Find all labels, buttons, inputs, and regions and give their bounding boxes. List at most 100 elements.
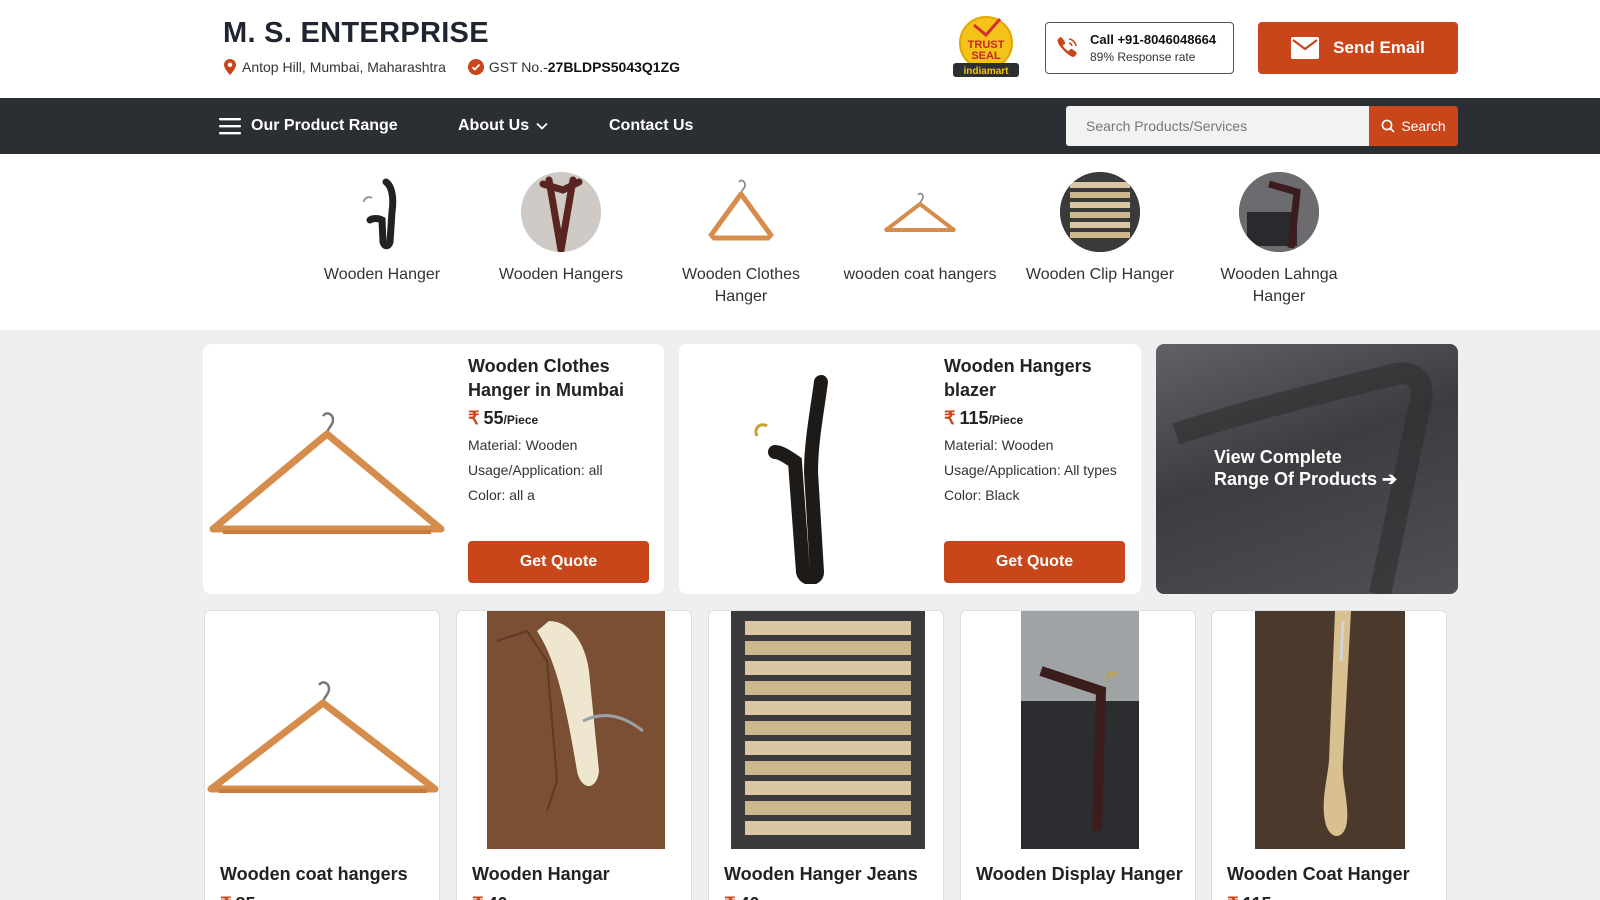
nav-our-product-range[interactable]: Our Product Range	[219, 98, 398, 154]
company-sub-line: Antop Hill, Mumbai, Maharashtra GST No.-…	[223, 59, 680, 75]
category-item[interactable]: Wooden Clip Hanger	[1020, 172, 1180, 286]
category-thumbnail	[342, 172, 422, 252]
category-name: Wooden Lahnga Hanger	[1220, 266, 1338, 305]
category-thumbnail	[1239, 172, 1319, 252]
verified-check-icon	[467, 59, 484, 75]
black-hanger-image	[363, 178, 397, 250]
product-image	[1255, 611, 1405, 849]
product-image	[754, 375, 828, 584]
featured-product-card[interactable]: Wooden Hangers blazer ₹115/Piece Materia…	[679, 344, 1141, 594]
brown-hanger-image	[521, 172, 601, 252]
clip-hanger-stack-image	[1060, 172, 1140, 252]
product-grid-card[interactable]: Wooden Coat Hanger ₹115	[1211, 610, 1447, 900]
category-item[interactable]: Wooden Hanger	[302, 172, 462, 286]
product-spec: Color: Black	[944, 487, 1020, 503]
search-button[interactable]: Search	[1369, 106, 1458, 146]
product-image	[487, 611, 665, 849]
price-value: 55	[483, 408, 504, 428]
category-strip: Wooden Hanger Wooden Hangers Wooden Clot…	[0, 154, 1600, 330]
product-price: ₹40	[472, 894, 507, 900]
product-grid-card[interactable]: Wooden Hanger Jeans ₹40	[708, 610, 944, 900]
send-email-label: Send Email	[1333, 38, 1425, 57]
product-title[interactable]: Wooden Clothes Hanger in Mumbai	[468, 354, 653, 402]
product-price: ₹115	[1227, 894, 1272, 900]
product-title[interactable]: Wooden Hanger Jeans	[724, 864, 934, 884]
category-name: wooden coat hangers	[843, 266, 997, 283]
nav-contact-us[interactable]: Contact Us	[609, 98, 693, 154]
location-pin-icon	[224, 59, 236, 75]
price-value: 40	[739, 894, 759, 900]
product-image	[1021, 611, 1139, 849]
rupee-symbol: ₹	[944, 408, 956, 428]
trust-seal-line3: indiamart	[963, 66, 1009, 77]
price-value: 115	[1242, 894, 1271, 900]
category-thumbnail	[1060, 172, 1140, 252]
category-thumbnail	[521, 172, 601, 252]
search-icon	[1381, 119, 1395, 133]
search-button-label: Search	[1401, 118, 1446, 134]
product-info: Wooden Hangers blazer ₹115/Piece Materia…	[944, 354, 1129, 504]
rupee-symbol: ₹	[220, 894, 231, 900]
rupee-symbol: ₹	[1227, 894, 1238, 900]
phone-icon	[1057, 37, 1077, 57]
featured-product-card[interactable]: Wooden Clothes Hanger in Mumbai ₹55/Piec…	[203, 344, 664, 594]
rupee-symbol: ₹	[468, 408, 480, 428]
call-button[interactable]: Call +91-8046048664 89% Response rate	[1045, 22, 1234, 74]
view-range-line1: View Complete	[1214, 447, 1342, 467]
product-price: ₹40	[724, 894, 759, 900]
gst-number: 27BLDPS5043Q1ZG	[547, 59, 681, 75]
category-item[interactable]: Wooden Clothes Hanger	[661, 172, 821, 308]
response-rate: 89% Response rate	[1090, 50, 1196, 64]
category-name: Wooden Hangers	[498, 266, 624, 283]
product-grid-card[interactable]: Wooden coat hangers ₹85	[204, 610, 440, 900]
hamburger-menu-icon	[219, 118, 241, 135]
product-info: Wooden Clothes Hanger in Mumbai ₹55/Piec…	[468, 354, 653, 504]
product-title[interactable]: Wooden Display Hanger	[976, 864, 1186, 884]
get-quote-button[interactable]: Get Quote	[468, 541, 649, 583]
company-name[interactable]: M. S. ENTERPRISE	[223, 17, 489, 50]
price-value: 115	[959, 408, 989, 428]
nav-about-us-label: About Us	[458, 117, 530, 134]
arrow-right-icon: ➔	[1382, 469, 1398, 489]
view-range-text: View Complete Range Of Products ➔	[1214, 446, 1397, 490]
send-email-button[interactable]: Send Email	[1258, 22, 1458, 74]
trust-seal-line2: SEAL	[971, 50, 1001, 62]
product-title[interactable]: Wooden Hangers blazer	[944, 354, 1129, 402]
nav-contact-us-label: Contact Us	[609, 117, 694, 134]
mail-icon	[1291, 37, 1320, 59]
clothes-hanger-image	[706, 179, 776, 241]
call-text: Call +91-8046048664 89% Response rate	[1090, 32, 1216, 64]
gst-info: GST No.- 27BLDPS5043Q1ZG	[467, 59, 681, 75]
get-quote-button[interactable]: Get Quote	[944, 541, 1125, 583]
category-thumbnail	[880, 172, 960, 252]
rupee-symbol: ₹	[724, 894, 735, 900]
product-grid-card[interactable]: Wooden Hangar ₹40	[456, 610, 692, 900]
price-value: 40	[487, 894, 507, 900]
product-title[interactable]: Wooden coat hangers	[220, 864, 430, 884]
product-spec: Material: Wooden	[944, 437, 1054, 453]
product-spec: Usage/Application: All types	[944, 462, 1117, 478]
product-title[interactable]: Wooden Coat Hanger	[1227, 864, 1437, 884]
view-range-line2: Range Of Products ➔	[1214, 469, 1398, 489]
category-name: Wooden Hanger	[323, 266, 441, 283]
category-item[interactable]: Wooden Hangers	[481, 172, 641, 286]
product-spec: Usage/Application: all	[468, 462, 603, 478]
product-image	[209, 412, 445, 534]
product-grid-card[interactable]: Wooden Display Hanger	[960, 610, 1196, 900]
category-name: Wooden Clip Hanger	[1025, 266, 1175, 283]
search-input[interactable]	[1066, 106, 1369, 146]
product-spec: Material: Wooden	[468, 437, 578, 453]
view-complete-range-card[interactable]: View Complete Range Of Products ➔	[1156, 344, 1458, 594]
product-title[interactable]: Wooden Hangar	[472, 864, 682, 884]
product-price: ₹55/Piece	[468, 408, 653, 429]
company-location: Antop Hill, Mumbai, Maharashtra	[242, 59, 446, 75]
product-price: ₹115/Piece	[944, 408, 1129, 429]
call-number: Call +91-8046048664	[1090, 32, 1217, 47]
category-item[interactable]: Wooden Lahnga Hanger	[1199, 172, 1359, 308]
nav-about-us[interactable]: About Us	[458, 98, 548, 154]
product-image	[731, 611, 925, 849]
chevron-down-icon	[536, 122, 548, 130]
coat-hanger-image	[884, 192, 956, 232]
trust-seal-badge[interactable]: TRUST SEAL indiamart	[952, 15, 1020, 79]
category-item[interactable]: wooden coat hangers	[840, 172, 1000, 286]
